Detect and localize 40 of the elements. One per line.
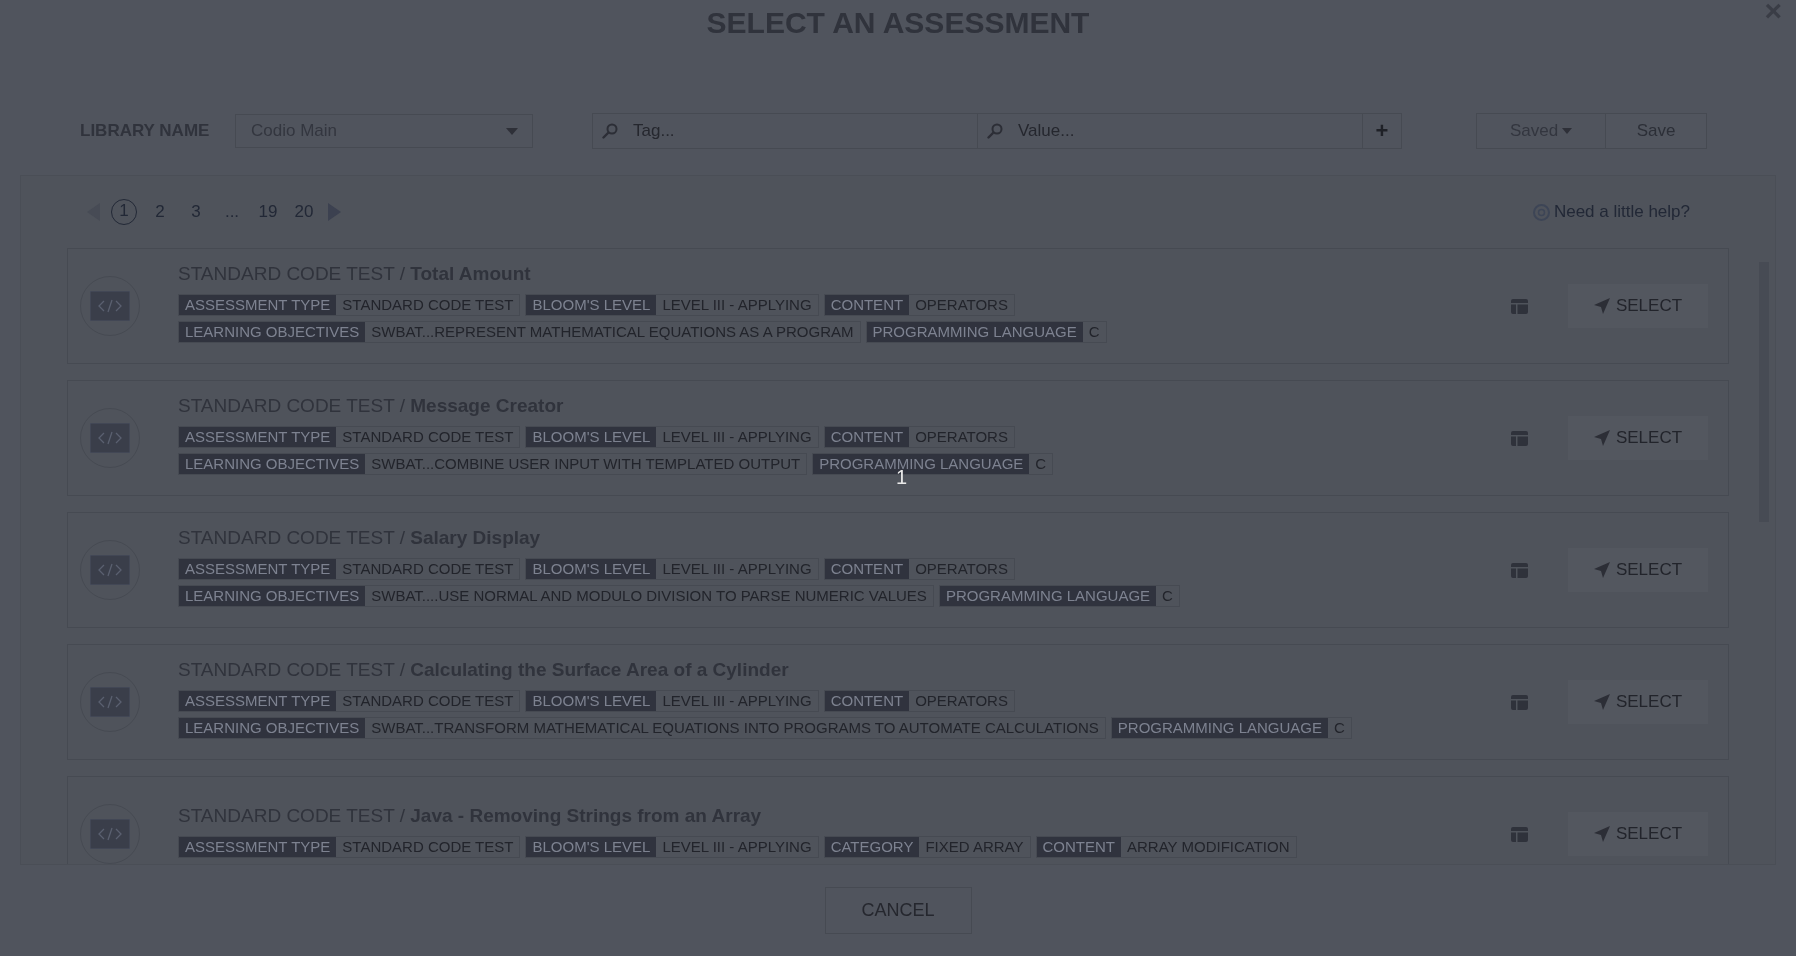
tag-label: BLOOM'S LEVEL <box>526 559 657 579</box>
tag-label: BLOOM'S LEVEL <box>526 295 657 315</box>
tag-label: BLOOM'S LEVEL <box>526 427 657 447</box>
tag-label: CONTENT <box>824 295 910 315</box>
layout-icon[interactable] <box>1511 430 1528 446</box>
tag-label: ASSESSMENT TYPE <box>179 836 337 857</box>
tag-label: CONTENT <box>824 691 910 711</box>
page-link[interactable]: ... <box>219 200 245 224</box>
caret-icon <box>506 127 518 135</box>
tag-label: ASSESSMENT TYPE <box>179 559 337 579</box>
caret-icon <box>1562 128 1573 134</box>
tag-label: PROGRAMMING LANGUAGE <box>866 322 1083 342</box>
layout-icon[interactable] <box>1511 562 1528 578</box>
search-icon <box>602 123 618 139</box>
tag-label: LEARNING OBJECTIVES <box>179 454 366 474</box>
close-button[interactable]: × <box>1760 0 1786 26</box>
tag-label: LEARNING OBJECTIVES <box>179 586 366 606</box>
layout-icon[interactable] <box>1511 826 1528 842</box>
tag-label: PROGRAMMING LANGUAGE <box>939 586 1157 606</box>
search-icon <box>987 123 1003 139</box>
add-button[interactable]: + <box>1362 113 1402 149</box>
tag-label: BLOOM'S LEVEL <box>526 691 657 711</box>
tag-label: CONTENT <box>824 427 910 447</box>
tag-label: CONTENT <box>1036 836 1121 857</box>
tag-label: CATEGORY <box>824 836 920 857</box>
tag-label: PROGRAMMING LANGUAGE <box>1111 718 1328 738</box>
tag-label: BLOOM'S LEVEL <box>526 836 657 857</box>
navigation-arrow-icon <box>1593 298 1610 314</box>
tag-label: CONTENT <box>824 559 910 579</box>
navigation-arrow-icon <box>1593 562 1610 578</box>
tag-label: LEARNING OBJECTIVES <box>179 322 366 342</box>
tag-label: ASSESSMENT TYPE <box>179 295 337 315</box>
navigation-arrow-icon <box>1593 694 1610 710</box>
tag-label: ASSESSMENT TYPE <box>179 691 337 711</box>
tag-label: LEARNING OBJECTIVES <box>179 718 366 738</box>
tag-label: ASSESSMENT TYPE <box>179 427 337 447</box>
navigation-arrow-icon <box>1593 826 1610 842</box>
layout-icon[interactable] <box>1511 694 1528 710</box>
navigation-arrow-icon <box>1593 430 1610 446</box>
layout-icon[interactable] <box>1511 298 1528 314</box>
